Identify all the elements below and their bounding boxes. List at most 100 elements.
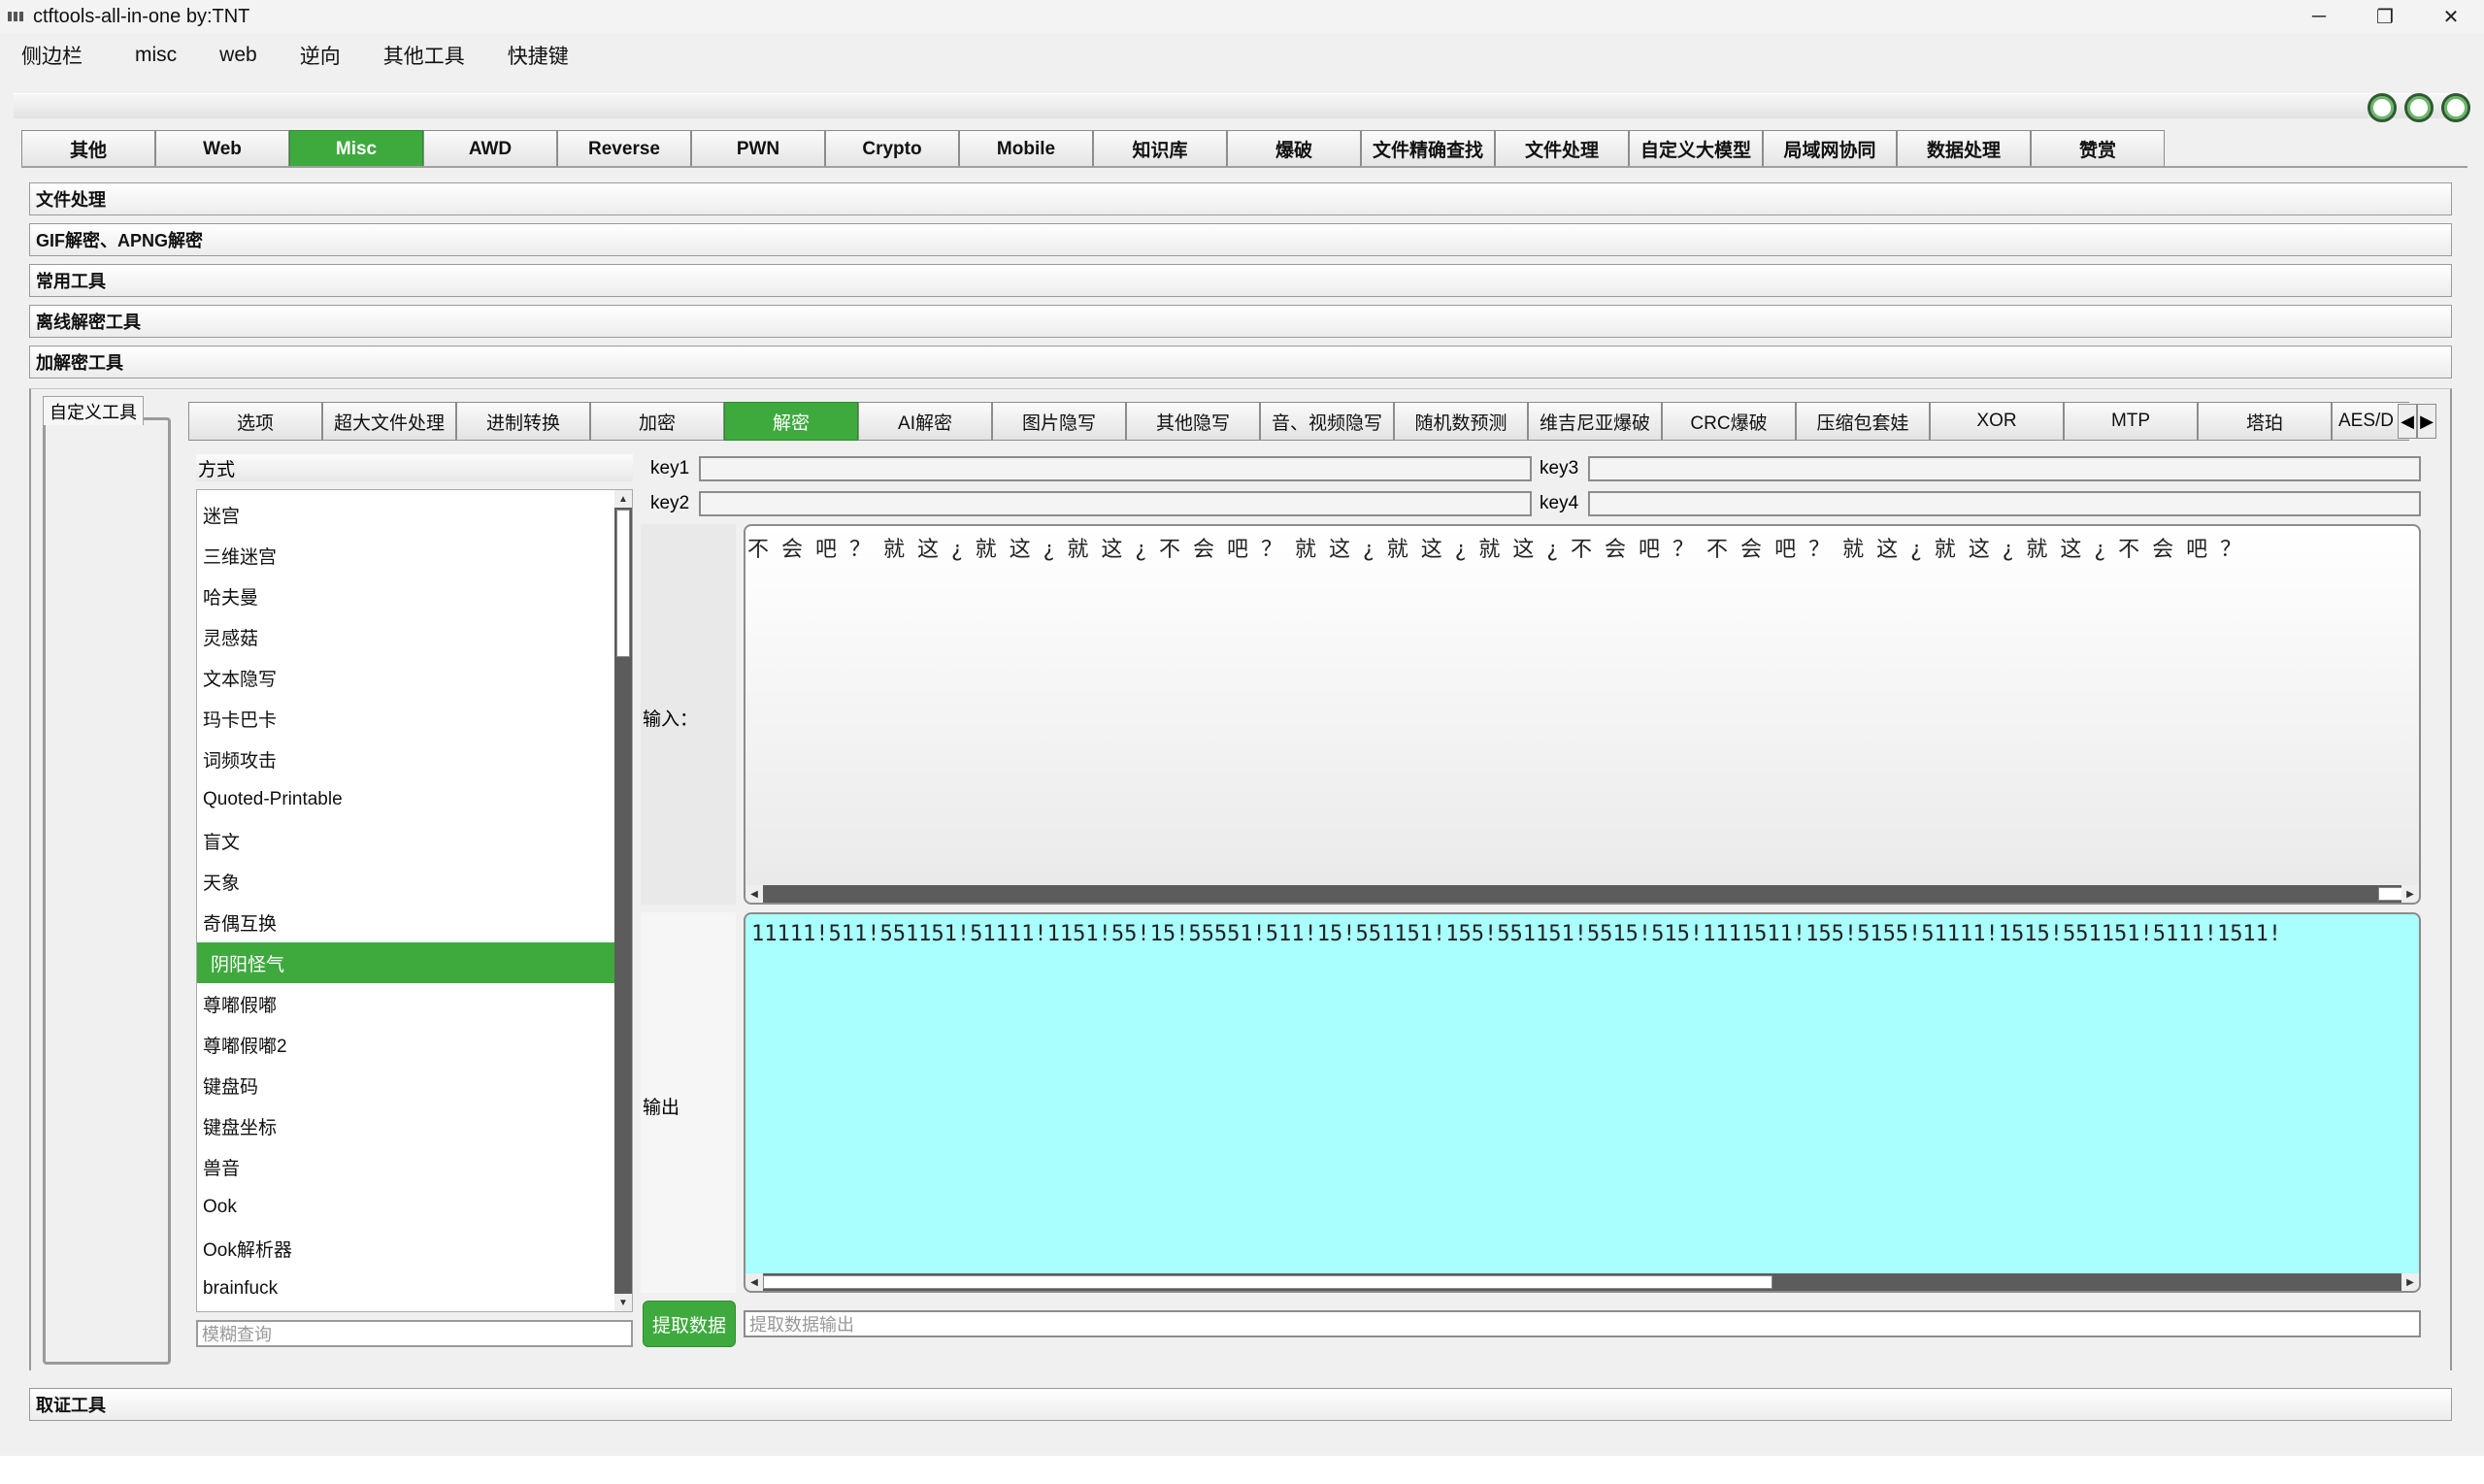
input-textarea[interactable]: 不会吧？就这¿就这¿就这¿不会吧？就这¿就这¿就这¿不会吧？不会吧？就这¿就这¿… xyxy=(744,524,2421,905)
section-offline-decrypt[interactable]: 离线解密工具 xyxy=(29,305,2452,338)
tab-encrypt[interactable]: 加密 xyxy=(590,402,724,441)
extract-output-field[interactable]: 提取数据输出 xyxy=(744,1310,2421,1337)
output-hscrollbar[interactable]: ◀ ▶ xyxy=(745,1273,2419,1291)
circle-icon[interactable] xyxy=(2368,93,2397,122)
menu-reverse[interactable]: 逆向 xyxy=(279,41,362,70)
list-item-selected[interactable]: 阴阳怪气 xyxy=(197,942,614,983)
sub-tab-bar: 选项 超大文件处理 进制转换 加密 解密 AI解密 图片隐写 其他隐写 音、视频… xyxy=(188,402,2409,441)
scroll-up-icon[interactable]: ▲ xyxy=(614,490,632,508)
output-textarea[interactable]: 11111!511!551151!51111!1151!55!15!55551!… xyxy=(744,912,2421,1293)
restore-icon[interactable]: ❐ xyxy=(2352,0,2418,33)
section-file-processing[interactable]: 文件处理 xyxy=(29,182,2452,215)
tab-image-stego[interactable]: 图片隐写 xyxy=(992,402,1126,441)
tab-reverse[interactable]: Reverse xyxy=(557,130,691,167)
chevron-left-icon[interactable]: ◀ xyxy=(2398,404,2417,439)
tab-pwn[interactable]: PWN xyxy=(691,130,825,167)
key3-input[interactable] xyxy=(1588,456,2421,481)
menu-sidebar[interactable]: 侧边栏 xyxy=(0,41,104,70)
list-item[interactable]: Quoted-Printable xyxy=(197,779,614,820)
tab-nested-zip[interactable]: 压缩包套娃 xyxy=(1796,402,1930,441)
input-hscrollbar[interactable]: ◀ ▶ xyxy=(745,885,2419,903)
circle-icon[interactable] xyxy=(2441,93,2470,122)
tab-crc[interactable]: CRC爆破 xyxy=(1662,402,1796,441)
tab-av-stego[interactable]: 音、视频隐写 xyxy=(1260,402,1394,441)
tab-base-convert[interactable]: 进制转换 xyxy=(456,402,590,441)
list-item[interactable]: Ook xyxy=(197,1187,614,1228)
list-item[interactable]: 玛卡巴卡 xyxy=(197,698,614,739)
tab-data-processing[interactable]: 数据处理 xyxy=(1897,130,2031,167)
minimize-icon[interactable]: ─ xyxy=(2286,0,2352,33)
tab-xor[interactable]: XOR xyxy=(1930,402,2064,441)
scroll-thumb[interactable] xyxy=(763,1275,1772,1289)
menu-other-tools[interactable]: 其他工具 xyxy=(362,41,486,70)
tab-web[interactable]: Web xyxy=(155,130,289,167)
menu-web[interactable]: web xyxy=(198,44,279,67)
list-item[interactable]: brainfuck xyxy=(197,1269,614,1309)
key2-label: key2 xyxy=(650,493,690,513)
tab-other-stego[interactable]: 其他隐写 xyxy=(1126,402,1260,441)
tab-custom-llm[interactable]: 自定义大模型 xyxy=(1629,130,1763,167)
tab-decrypt[interactable]: 解密 xyxy=(724,402,858,441)
scroll-down-icon[interactable]: ▼ xyxy=(614,1294,632,1311)
tab-bruteforce[interactable]: 爆破 xyxy=(1227,130,1361,167)
list-scrollbar[interactable]: ▲ ▼ xyxy=(614,490,632,1311)
section-common-tools[interactable]: 常用工具 xyxy=(29,264,2452,297)
list-item[interactable]: 词频攻击 xyxy=(197,739,614,779)
list-item[interactable]: 尊嘟假嘟 xyxy=(197,983,614,1024)
list-item[interactable]: 盲文 xyxy=(197,820,614,861)
tab-vigenere[interactable]: 维吉尼亚爆破 xyxy=(1528,402,1662,441)
tab-large-file[interactable]: 超大文件处理 xyxy=(322,402,456,441)
method-search-input[interactable]: 模糊查询 xyxy=(196,1320,633,1347)
key4-input[interactable] xyxy=(1588,491,2421,516)
list-item[interactable]: 哈夫曼 xyxy=(197,576,614,616)
list-item[interactable]: 灵感菇 xyxy=(197,616,614,657)
list-item[interactable]: 文本隐写 xyxy=(197,657,614,698)
list-item[interactable]: 三维迷宫 xyxy=(197,535,614,576)
tab-options[interactable]: 选项 xyxy=(188,402,322,441)
scroll-thumb[interactable] xyxy=(616,510,630,657)
tab-crypto[interactable]: Crypto xyxy=(825,130,959,167)
list-item[interactable]: 兽音 xyxy=(197,1146,614,1187)
scroll-right-icon[interactable]: ▶ xyxy=(2401,885,2419,903)
tab-ai-decrypt[interactable]: AI解密 xyxy=(858,402,992,441)
custom-tool-box[interactable] xyxy=(43,417,171,1365)
section-gif-apng[interactable]: GIF解密、APNG解密 xyxy=(29,223,2452,256)
tab-file-search[interactable]: 文件精确查找 xyxy=(1361,130,1495,167)
tab-random-predict[interactable]: 随机数预测 xyxy=(1394,402,1528,441)
method-label: 方式 xyxy=(196,454,633,481)
close-icon[interactable]: ✕ xyxy=(2418,0,2484,33)
list-item[interactable]: 键盘码 xyxy=(197,1065,614,1105)
key1-input[interactable] xyxy=(699,456,1532,481)
list-item[interactable]: 奇偶互换 xyxy=(197,902,614,942)
tab-awd[interactable]: AWD xyxy=(423,130,557,167)
list-item[interactable]: 天象 xyxy=(197,861,614,902)
list-item[interactable]: 键盘坐标 xyxy=(197,1105,614,1146)
tab-file-processing[interactable]: 文件处理 xyxy=(1495,130,1629,167)
menu-shortcuts[interactable]: 快捷键 xyxy=(486,41,590,70)
tab-misc[interactable]: Misc xyxy=(289,130,423,167)
list-item[interactable]: Ook解析器 xyxy=(197,1228,614,1269)
tab-knowledge-base[interactable]: 知识库 xyxy=(1093,130,1227,167)
custom-tool-label[interactable]: 自定义工具 xyxy=(43,396,144,425)
status-circles xyxy=(2368,93,2470,122)
menu-misc[interactable]: misc xyxy=(104,44,198,67)
section-crypto-tools[interactable]: 加解密工具 xyxy=(29,346,2452,379)
tab-lan-collab[interactable]: 局域网协同 xyxy=(1763,130,1897,167)
method-list[interactable]: 迷宫 三维迷宫 哈夫曼 灵感菇 文本隐写 玛卡巴卡 词频攻击 Quoted-Pr… xyxy=(196,489,633,1312)
scroll-left-icon[interactable]: ◀ xyxy=(745,1273,763,1291)
scroll-left-icon[interactable]: ◀ xyxy=(745,885,763,903)
tab-other[interactable]: 其他 xyxy=(21,130,155,167)
scroll-right-icon[interactable]: ▶ xyxy=(2401,1273,2419,1291)
section-forensics-tools[interactable]: 取证工具 xyxy=(29,1388,2452,1421)
list-item[interactable]: 迷宫 xyxy=(197,494,614,535)
circle-icon[interactable] xyxy=(2404,93,2434,122)
key2-input[interactable] xyxy=(699,491,1532,516)
tab-donate[interactable]: 赞赏 xyxy=(2031,130,2165,167)
list-item[interactable]: 尊嘟假嘟2 xyxy=(197,1024,614,1065)
tab-mtp[interactable]: MTP xyxy=(2064,402,2198,441)
chevron-right-icon[interactable]: ▶ xyxy=(2417,404,2436,439)
tab-mobile[interactable]: Mobile xyxy=(959,130,1093,167)
scroll-thumb[interactable] xyxy=(2378,887,2403,901)
tab-tapper[interactable]: 塔珀 xyxy=(2198,402,2332,441)
extract-data-button[interactable]: 提取数据 xyxy=(643,1301,736,1347)
